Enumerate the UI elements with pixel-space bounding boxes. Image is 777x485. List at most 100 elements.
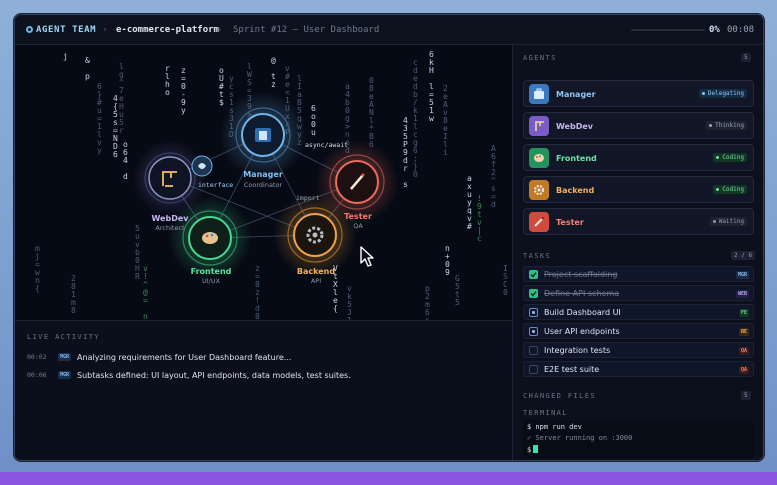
agent-name: WebDev — [556, 122, 593, 131]
agent-status-badge: Delegating — [698, 89, 747, 98]
backend-node-label: Backend — [296, 267, 336, 276]
agent-status-text: Waiting — [718, 218, 744, 225]
palette-icon — [529, 148, 549, 168]
crane-icon — [529, 116, 549, 136]
task-owner-tag: FE — [738, 309, 749, 317]
checkbox-checked-icon[interactable] — [529, 289, 538, 298]
sprint-progress-bar — [631, 29, 705, 31]
checkbox-in-progress-icon[interactable] — [529, 308, 538, 317]
task-label: Define API schema — [544, 289, 620, 298]
task-label: Project scaffolding — [544, 270, 618, 279]
status-dot-icon — [701, 92, 705, 95]
task-owner-tag: WEB — [735, 290, 749, 298]
briefcase-icon — [529, 84, 549, 104]
agent-status-badge: Waiting — [709, 217, 747, 226]
checkbox-empty-icon[interactable] — [529, 365, 538, 374]
changed-files-count-badge: 5 — [741, 391, 751, 400]
agent-status-badge: Thinking — [706, 121, 747, 130]
terminal-output[interactable]: $ npm run dev ✓ Server running on :3000 … — [523, 420, 754, 458]
changed-files-section-title[interactable]: CHANGED FILES — [523, 392, 596, 400]
brand-name: AGENT TEAM — [36, 25, 97, 35]
agent-status-text: Delegating — [707, 90, 744, 97]
mouse-cursor-icon — [360, 246, 374, 267]
task-row[interactable]: User API endpoints BE — [523, 323, 754, 339]
status-dot-icon — [712, 220, 716, 223]
task-label: E2E test suite — [544, 365, 600, 374]
agent-name: Frontend — [556, 154, 597, 163]
task-label: Integration tests — [544, 346, 611, 355]
checkbox-empty-icon[interactable] — [529, 346, 538, 355]
tester-node-role: QA — [353, 222, 363, 230]
agent-status-text: Coding — [722, 186, 744, 193]
task-label: Build Dashboard UI — [544, 308, 621, 317]
agent-card-manager[interactable]: Manager Delegating — [523, 80, 754, 107]
activity-time: 00:02 — [27, 353, 47, 361]
status-dot-icon — [716, 156, 720, 159]
pen-icon — [529, 212, 549, 232]
app-window: AGENT TEAM › e-commerce-platform › Sprin… — [14, 14, 764, 461]
agent-name: Tester — [556, 218, 584, 227]
webdev-node-role: Architect — [155, 224, 185, 232]
edge-label-async-await: async/await — [305, 141, 349, 149]
frontend-node-label: Frontend — [190, 267, 232, 276]
task-row[interactable]: Integration tests QA — [523, 342, 754, 358]
edge-label-import: import — [296, 194, 320, 202]
interface-message-bubble — [191, 155, 213, 177]
activity-text: Analyzing requirements for User Dashboar… — [77, 352, 292, 362]
agent-status-badge: Coding — [713, 185, 747, 194]
agent-network-canvas: j & p6 } # u = 1 l v y4 { 5 s = N D 6l g … — [15, 45, 512, 320]
webdev-node[interactable] — [144, 152, 196, 204]
tester-node[interactable] — [329, 154, 385, 210]
sprint-name[interactable]: Sprint #12 — User Dashboard — [233, 25, 379, 35]
activity-agent-badge: MGR — [58, 371, 72, 379]
task-row[interactable]: Build Dashboard UI FE — [523, 304, 754, 320]
manager-node[interactable] — [235, 107, 291, 163]
activity-text: Subtasks defined: UI layout, API endpoin… — [77, 370, 351, 380]
agent-name: Backend — [556, 186, 595, 195]
task-row[interactable]: E2E test suite QA — [523, 361, 754, 377]
tester-node-label: Tester — [344, 212, 372, 221]
task-row[interactable]: Project scaffolding MGR — [523, 266, 754, 282]
manager-node-label: Manager — [243, 170, 283, 179]
tasks-count-badge: 2 / 6 — [731, 251, 756, 260]
terminal-command: $ npm run dev — [527, 423, 582, 431]
progress-percent: 0% — [709, 25, 720, 35]
task-owner-tag: BE — [738, 328, 749, 336]
manager-node-role: Coordinator — [243, 181, 283, 189]
breadcrumb-separator-icon: › — [217, 25, 223, 35]
agent-status-text: Coding — [722, 154, 744, 161]
agents-count-badge: 5 — [741, 53, 751, 62]
edge-label-interface: interface — [198, 181, 234, 189]
task-owner-tag: MGR — [735, 271, 749, 279]
frontend-node-role: UI/UX — [201, 277, 221, 285]
brand-logo-icon — [26, 26, 33, 33]
status-dot-icon — [716, 188, 720, 191]
agent-status-badge: Coding — [713, 153, 747, 162]
right-sidebar: AGENTS 5 Manager Delegating WebDev Thinking… — [512, 45, 763, 460]
terminal-section-title: TERMINAL — [523, 409, 568, 417]
live-activity-panel: LIVE ACTIVITY 00:02 MGR Analyzing requir… — [15, 320, 512, 460]
backend-node-role: API — [310, 277, 322, 285]
webdev-node-label: WebDev — [151, 214, 189, 223]
activity-agent-badge: MGR — [58, 353, 72, 361]
agent-status-text: Thinking — [715, 122, 744, 129]
agent-card-tester[interactable]: Tester Waiting — [523, 208, 754, 235]
agent-card-webdev[interactable]: WebDev Thinking — [523, 112, 754, 139]
top-bar: AGENT TEAM › e-commerce-platform › Sprin… — [15, 15, 763, 45]
tasks-section-title: TASKS — [523, 252, 552, 260]
agents-section-title: AGENTS — [523, 54, 557, 62]
terminal-prompt-symbol: $ — [527, 446, 532, 454]
project-name[interactable]: e-commerce-platform — [116, 25, 219, 35]
agent-card-frontend[interactable]: Frontend Coding — [523, 144, 754, 171]
elapsed-timer: 00:08 — [727, 25, 755, 35]
task-owner-tag: QA — [738, 347, 749, 355]
task-row[interactable]: Define API schema WEB — [523, 285, 754, 301]
agent-name: Manager — [556, 90, 596, 99]
checkbox-checked-icon[interactable] — [529, 270, 538, 279]
agent-card-backend[interactable]: Backend Coding — [523, 176, 754, 203]
checkbox-in-progress-icon[interactable] — [529, 327, 538, 336]
task-label: User API endpoints — [544, 327, 620, 336]
task-owner-tag: QA — [738, 366, 749, 374]
terminal-prompt[interactable]: $ — [527, 445, 539, 454]
terminal-caret — [533, 445, 539, 453]
